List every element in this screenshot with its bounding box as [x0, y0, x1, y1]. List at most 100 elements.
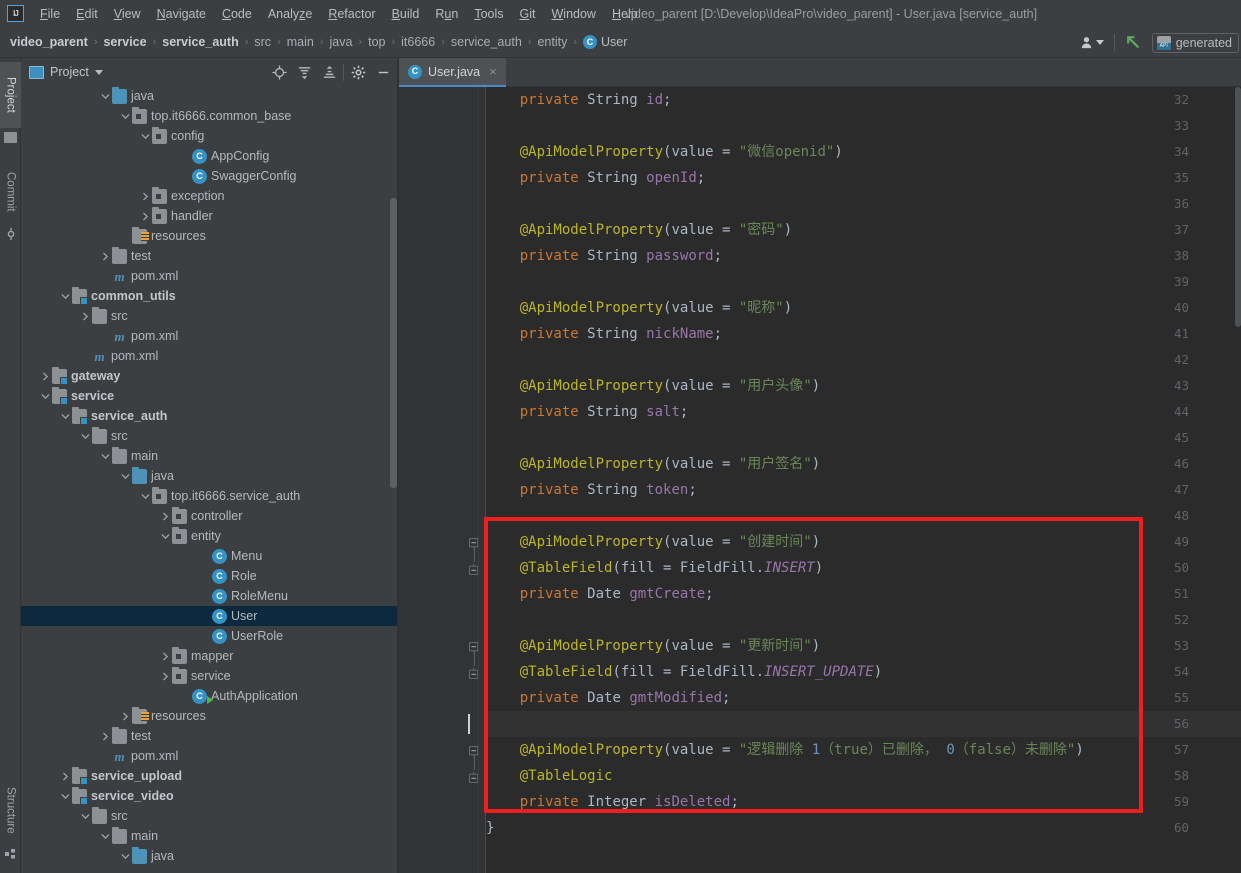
chevron-right-icon[interactable]: [159, 646, 172, 666]
hide-panel-icon[interactable]: [372, 61, 394, 83]
chevron-down-icon[interactable]: [119, 466, 132, 486]
code-line[interactable]: }: [486, 815, 494, 841]
chevron-down-icon[interactable]: [139, 126, 152, 146]
settings-gear-icon[interactable]: [347, 61, 369, 83]
code-line[interactable]: @ApiModelProperty(value = "逻辑删除 1（true）已…: [486, 737, 1084, 763]
menu-item-build[interactable]: Build: [384, 4, 428, 24]
code-line[interactable]: @ApiModelProperty(value = "用户头像"): [486, 373, 820, 399]
tree-node-AuthApplication[interactable]: C AuthApplication: [21, 686, 398, 706]
chevron-right-icon[interactable]: [119, 706, 132, 726]
code-line[interactable]: private String id;: [486, 87, 672, 113]
editor-scrollbar[interactable]: [1235, 87, 1241, 327]
tree-node-exception[interactable]: exception: [21, 186, 398, 206]
tree-node-pom-xml[interactable]: m pom.xml: [21, 326, 398, 346]
update-project-button[interactable]: [1121, 32, 1146, 53]
breadcrumb-item-service[interactable]: service: [99, 33, 150, 51]
run-configuration-selector[interactable]: [1075, 33, 1108, 52]
breadcrumb-item-class[interactable]: C User: [579, 33, 631, 51]
tree-node-test[interactable]: test: [21, 246, 398, 266]
menu-item-code[interactable]: Code: [214, 4, 260, 24]
tree-node-config[interactable]: config: [21, 126, 398, 146]
breadcrumb-item-entity[interactable]: entity: [533, 33, 571, 51]
collapse-all-icon[interactable]: [318, 61, 340, 83]
code-line[interactable]: @ApiModelProperty(value = "昵称"): [486, 295, 792, 321]
code-line[interactable]: @TableField(fill = FieldFill.INSERT): [486, 555, 823, 581]
project-panel-title-dropdown[interactable]: Project: [29, 65, 103, 79]
code-line[interactable]: @TableLogic: [486, 763, 613, 789]
expand-all-icon[interactable]: [293, 61, 315, 83]
tree-node-resources[interactable]: resources: [21, 706, 398, 726]
chevron-down-icon[interactable]: [59, 286, 72, 306]
breadcrumb-item-src[interactable]: src: [250, 33, 275, 51]
breadcrumb-item-main[interactable]: main: [283, 33, 318, 51]
tree-node-SwaggerConfig[interactable]: C SwaggerConfig: [21, 166, 398, 186]
tree-node-Menu[interactable]: C Menu: [21, 546, 398, 566]
locate-icon[interactable]: [268, 61, 290, 83]
code-line[interactable]: @TableField(fill = FieldFill.INSERT_UPDA…: [486, 659, 882, 685]
editor-tab-user-java[interactable]: C User.java ×: [399, 58, 506, 87]
code-line[interactable]: private String salt;: [486, 399, 689, 425]
tree-node-src[interactable]: src: [21, 306, 398, 326]
menu-item-edit[interactable]: Edit: [68, 4, 106, 24]
menu-item-git[interactable]: Git: [512, 4, 544, 24]
chevron-right-icon[interactable]: [159, 666, 172, 686]
code-line[interactable]: private String nickName;: [486, 321, 722, 347]
breadcrumb-item-top[interactable]: top: [364, 33, 389, 51]
tree-node-User[interactable]: C User: [21, 606, 398, 626]
tree-node-resources[interactable]: resources: [21, 226, 398, 246]
tree-node-main[interactable]: main: [21, 446, 398, 466]
chevron-right-icon[interactable]: [159, 506, 172, 526]
menu-item-refactor[interactable]: Refactor: [320, 4, 383, 24]
breadcrumb-item-video_parent[interactable]: video_parent: [6, 33, 92, 51]
breadcrumb-item-it6666[interactable]: it6666: [397, 33, 439, 51]
code-line[interactable]: private String openId;: [486, 165, 705, 191]
tree-node-service_auth[interactable]: service_auth: [21, 406, 398, 426]
tree-node-mapper[interactable]: mapper: [21, 646, 398, 666]
menu-item-tools[interactable]: Tools: [466, 4, 511, 24]
code-line[interactable]: @ApiModelProperty(value = "密码"): [486, 217, 792, 243]
tree-node-gateway[interactable]: gateway: [21, 366, 398, 386]
tree-node-Role[interactable]: C Role: [21, 566, 398, 586]
code-line[interactable]: @ApiModelProperty(value = "更新时间"): [486, 633, 820, 659]
menu-item-run[interactable]: Run: [427, 4, 466, 24]
close-icon[interactable]: ×: [489, 64, 497, 79]
code-line[interactable]: @ApiModelProperty(value = "用户签名"): [486, 451, 820, 477]
chevron-down-icon[interactable]: [139, 486, 152, 506]
chevron-right-icon[interactable]: [99, 246, 112, 266]
tree-node-test[interactable]: test: [21, 726, 398, 746]
tree-node-pom-xml[interactable]: m pom.xml: [21, 346, 398, 366]
chevron-right-icon[interactable]: [59, 766, 72, 786]
tree-node-service[interactable]: service: [21, 666, 398, 686]
code-line[interactable]: private Date gmtModified;: [486, 685, 731, 711]
chevron-down-icon[interactable]: [119, 106, 132, 126]
chevron-down-icon[interactable]: [39, 386, 52, 406]
generated-button[interactable]: generated: [1151, 32, 1239, 53]
menu-item-window[interactable]: Window: [543, 4, 603, 24]
chevron-right-icon[interactable]: [139, 206, 152, 226]
code-line[interactable]: @ApiModelProperty(value = "微信openid"): [486, 139, 843, 165]
chevron-down-icon[interactable]: [59, 786, 72, 806]
menu-item-analyze[interactable]: Analyze: [260, 4, 320, 24]
menu-item-navigate[interactable]: Navigate: [149, 4, 214, 24]
chevron-down-icon[interactable]: [159, 526, 172, 546]
tree-node-entity[interactable]: entity: [21, 526, 398, 546]
chevron-right-icon[interactable]: [139, 186, 152, 206]
tree-node-main[interactable]: main: [21, 826, 398, 846]
tool-button-project[interactable]: Project: [0, 62, 21, 128]
menu-item-file[interactable]: File: [32, 4, 68, 24]
breadcrumb-item-java[interactable]: java: [325, 33, 356, 51]
breadcrumb-item-service_auth[interactable]: service_auth: [447, 33, 526, 51]
tree-node-pom-xml[interactable]: m pom.xml: [21, 746, 398, 766]
tree-node-common_utils[interactable]: common_utils: [21, 286, 398, 306]
tree-node-service[interactable]: service: [21, 386, 398, 406]
chevron-down-icon[interactable]: [79, 426, 92, 446]
tree-node-handler[interactable]: handler: [21, 206, 398, 226]
chevron-down-icon[interactable]: [99, 446, 112, 466]
chevron-right-icon[interactable]: [79, 306, 92, 326]
tree-node-java[interactable]: java: [21, 846, 398, 866]
chevron-down-icon[interactable]: [99, 86, 112, 106]
chevron-down-icon[interactable]: [119, 846, 132, 866]
tool-button-commit[interactable]: Commit: [0, 158, 21, 226]
chevron-down-icon[interactable]: [99, 826, 112, 846]
tool-button-structure[interactable]: Structure: [0, 773, 21, 847]
